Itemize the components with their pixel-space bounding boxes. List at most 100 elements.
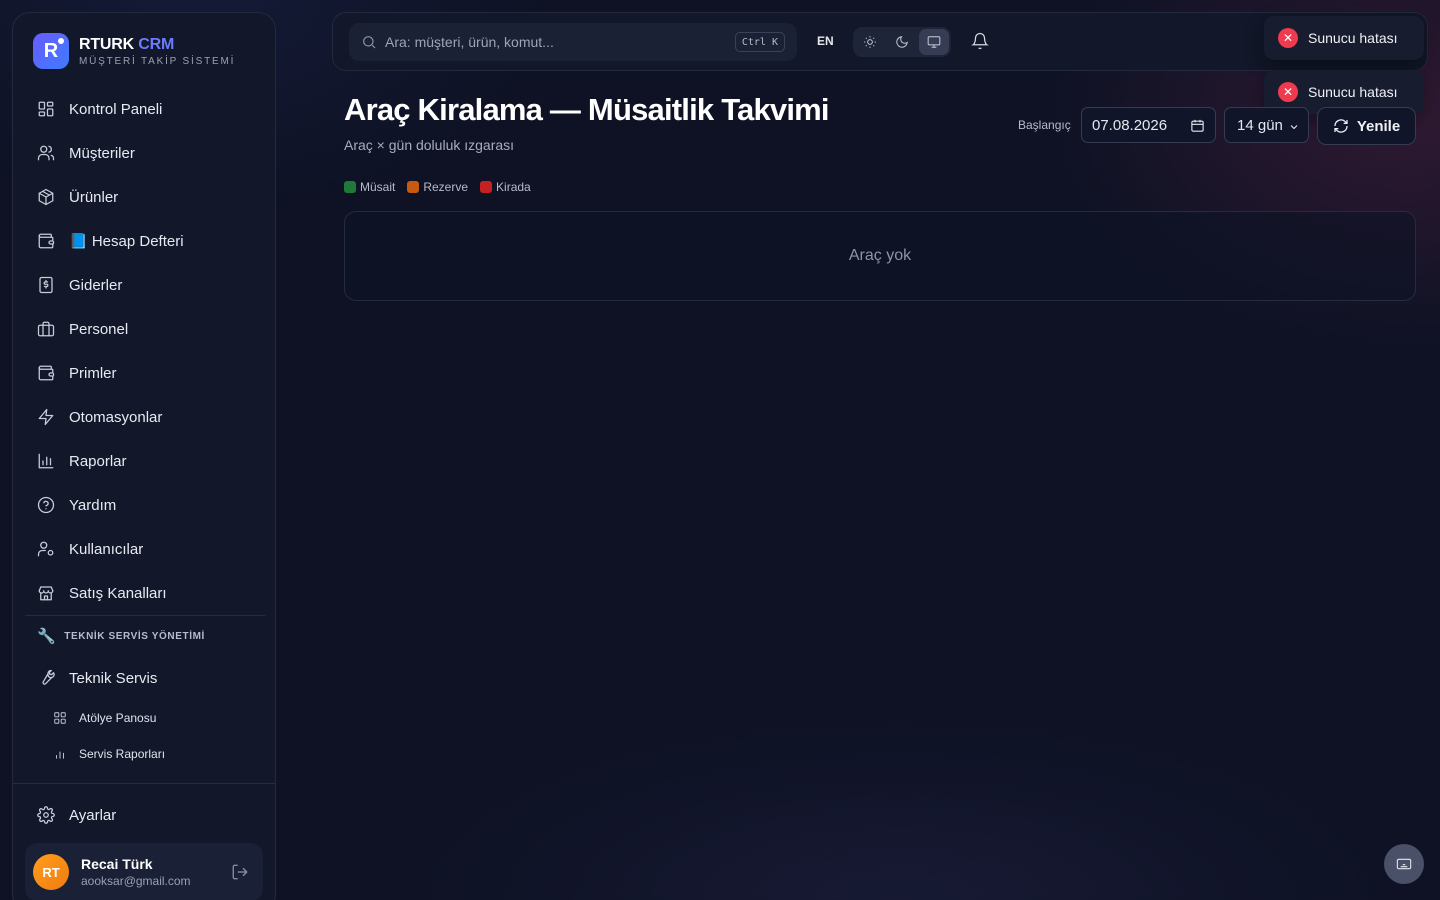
sidebar-subitem-label: Atölye Panosu (79, 711, 157, 725)
sidebar-item-technical-service[interactable]: Teknik Servis (25, 656, 265, 700)
sidebar-item-label: Otomasyonlar (69, 408, 163, 426)
start-date-label: Başlangıç (1018, 118, 1071, 132)
search-input[interactable] (385, 34, 715, 50)
user-name: Recai Türk (81, 856, 153, 872)
sidebar-item-staff[interactable]: Personel (25, 307, 265, 351)
search-box[interactable]: Ctrl K (349, 23, 797, 61)
legend-label: Rezerve (423, 180, 469, 194)
system-theme-button[interactable] (919, 29, 949, 55)
sidebar-item-users[interactable]: Kullanıcılar (25, 527, 265, 571)
range-value: 14 gün (1237, 116, 1283, 134)
briefcase-icon (37, 321, 55, 337)
search-icon (363, 36, 376, 49)
shortcut-hint: Ctrl K (734, 32, 785, 52)
wallet-icon (38, 233, 55, 249)
brand-logo: R (33, 33, 69, 69)
legend: Müsait Rezerve Kirada (344, 180, 531, 194)
bar-chart-icon (56, 751, 64, 759)
legend-label: Kirada (496, 180, 531, 194)
error-icon: ✕ (1278, 82, 1298, 102)
users-icon (37, 145, 55, 161)
legend-swatch (480, 181, 493, 193)
range-select[interactable]: 14 gün (1224, 107, 1309, 143)
legend-label: Müsait (360, 180, 396, 194)
box-icon (38, 188, 54, 206)
wallet-icon (38, 365, 55, 381)
sidebar-subitem-label: Servis Raporları (79, 747, 166, 761)
brand-name-main: RTURK (79, 35, 134, 53)
sidebar-subitem-workshop-board[interactable]: Atölye Panosu (25, 700, 265, 736)
receipt-icon (39, 276, 53, 294)
legend-item-rented: Kirada (480, 180, 531, 194)
sidebar-item-reports[interactable]: Raporlar (25, 439, 265, 483)
refresh-icon (1334, 119, 1348, 133)
sidebar-subitem-service-reports[interactable]: Servis Raporları (25, 736, 265, 772)
legend-swatch (344, 181, 356, 193)
gear-icon (37, 806, 55, 824)
sidebar-item-label: Primler (69, 364, 117, 382)
user-cog-icon (37, 541, 54, 557)
sidebar-item-label: Raporlar (69, 452, 127, 470)
avatar: RT (33, 854, 69, 890)
moon-icon (896, 36, 908, 48)
legend-swatch (407, 181, 420, 193)
sidebar-item-label: 📘 Hesap Defteri (69, 233, 184, 250)
bell-icon (971, 32, 989, 50)
logout-button[interactable] (231, 863, 249, 881)
brand-logo-letter: R (43, 39, 59, 62)
bar-chart-icon (38, 453, 54, 469)
theme-toggle (853, 27, 951, 57)
sidebar-item-ledger[interactable]: 📘 Hesap Defteri (25, 219, 265, 263)
toast-message: Sunucu hatası (1308, 84, 1398, 100)
empty-state: Araç yok (848, 247, 912, 264)
chevron-down-icon (1290, 125, 1298, 130)
lightning-icon (38, 408, 54, 426)
sidebar-item-help[interactable]: Yardım (25, 483, 265, 527)
sidebar-item-products[interactable]: Ürünler (25, 175, 265, 219)
toast-error[interactable]: ✕ Sunucu hatası (1264, 16, 1424, 60)
dark-theme-button[interactable] (887, 29, 917, 55)
keyboard-shortcuts-button[interactable] (1384, 844, 1424, 884)
sidebar-item-dashboard[interactable]: Kontrol Paneli (25, 87, 265, 131)
start-date-input[interactable]: 07.08.2026 (1081, 107, 1216, 143)
brand[interactable]: R RTURK CRM MÜŞTERİ TAKİP SİSTEMİ (33, 33, 235, 69)
monitor-icon (927, 36, 941, 48)
sidebar-bottom-divider (13, 783, 275, 784)
availability-grid: Araç yok (344, 211, 1416, 301)
sidebar-item-label: Teknik Servis (69, 669, 158, 687)
sidebar-item-label: Satış Kanalları (69, 584, 167, 602)
user-email: aooksar@gmail.com (81, 874, 191, 888)
start-date-value: 07.08.2026 (1092, 116, 1168, 134)
user-card[interactable]: RT Recai Türk aooksar@gmail.com (25, 843, 263, 900)
sun-icon (864, 36, 876, 48)
sidebar-item-label: Ürünler (69, 188, 119, 206)
sidebar-item-label: Personel (69, 320, 129, 338)
sidebar-item-label: Kullanıcılar (69, 540, 144, 558)
legend-item-reserved: Rezerve (407, 180, 468, 194)
notifications-button[interactable] (971, 32, 991, 52)
legend-item-available: Müsait (344, 180, 395, 194)
page-title: Araç Kiralama — Müsaitlik Takvimi (344, 92, 830, 127)
language-switch[interactable]: EN (817, 34, 834, 48)
sidebar-item-automations[interactable]: Otomasyonlar (25, 395, 265, 439)
sidebar-item-label: Kontrol Paneli (69, 100, 163, 118)
calendar-icon (1191, 119, 1204, 132)
light-theme-button[interactable] (855, 29, 885, 55)
sidebar-item-settings[interactable]: Ayarlar (25, 793, 265, 837)
brand-name: RTURK CRM (79, 36, 235, 54)
sidebar-item-sales-channels[interactable]: Satış Kanalları (25, 571, 265, 615)
page-subtitle: Araç × gün doluluk ızgarası (344, 137, 515, 153)
sidebar-item-customers[interactable]: Müşteriler (25, 131, 265, 175)
sidebar-item-label: Müşteriler (69, 144, 135, 162)
refresh-button[interactable]: Yenile (1317, 107, 1416, 145)
brand-logo-dot (58, 38, 64, 44)
logout-icon (232, 864, 248, 880)
help-icon (37, 496, 55, 514)
sidebar-item-bonuses[interactable]: Primler (25, 351, 265, 395)
sidebar-nav: Kontrol Paneli Müşteriler Ürünler 📘 Hesa… (25, 87, 265, 772)
sidebar-item-expenses[interactable]: Giderler (25, 263, 265, 307)
brand-name-accent: CRM (138, 35, 175, 53)
toast-message: Sunucu hatası (1308, 30, 1398, 46)
dashboard-icon (38, 101, 54, 117)
brand-tagline: MÜŞTERİ TAKİP SİSTEMİ (79, 55, 236, 67)
